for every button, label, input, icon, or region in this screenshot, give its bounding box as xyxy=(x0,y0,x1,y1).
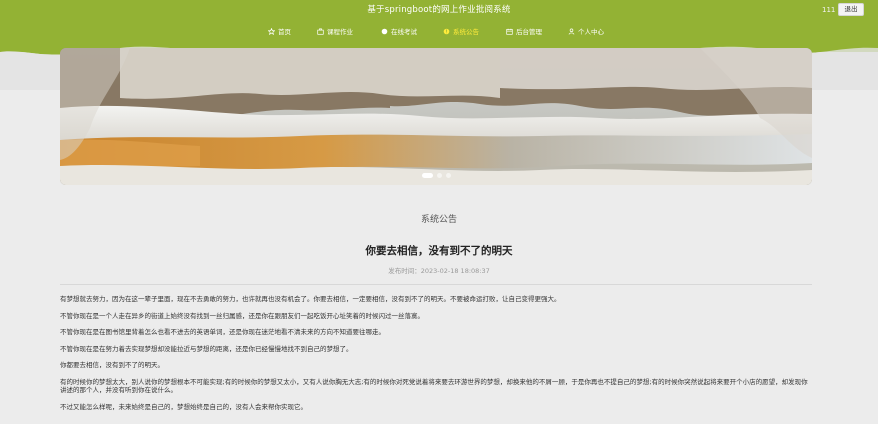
star-icon xyxy=(268,27,275,35)
nav-item-online-exam[interactable]: 在线考试 xyxy=(381,26,417,36)
carousel-dot-1[interactable] xyxy=(422,173,433,178)
article-paragraph: 不过又能怎么样呢，未来始终是自己的，梦想始终是自己的，没有人会来帮你实现它。 xyxy=(60,402,307,411)
nav-label: 在线考试 xyxy=(391,28,417,36)
article-date: 发布时间：2023-02-18 18:08:37 xyxy=(388,267,490,275)
nav-label: 系统公告 xyxy=(453,28,479,36)
carousel-dot-2[interactable] xyxy=(437,173,442,178)
nav-label: 课程作业 xyxy=(327,28,353,36)
carousel-indicators xyxy=(422,173,451,178)
article-paragraph: 不管你现在是一个人走在异乡的街道上始终没有找到一丝归属感，还是你在跟朋友们一起吃… xyxy=(60,311,424,320)
article-paragraph: 有梦想就去努力，因为在这一辈子里面，现在不去勇敢的努力，也许就再也没有机会了。你… xyxy=(60,295,561,303)
info-circle-icon xyxy=(443,28,450,34)
article-title: 你要去相信，没有到不了的明天 xyxy=(365,245,513,257)
user-icon xyxy=(568,27,575,35)
banner-carousel[interactable] xyxy=(60,48,812,185)
nav-item-admin[interactable]: 后台管理 xyxy=(506,26,542,36)
nav-label: 首页 xyxy=(278,28,291,36)
divider xyxy=(60,284,812,285)
nav-label: 后台管理 xyxy=(516,28,542,36)
circle-icon xyxy=(381,28,388,34)
briefcase-icon xyxy=(317,27,324,35)
article-paragraph: 有的时候你的梦想太大，别人说你的梦想根本不可能实现;有的时候你的梦想又太小，又有… xyxy=(60,377,808,395)
logout-button[interactable]: 退出 xyxy=(838,3,864,16)
article-paragraph: 不管你现在是在图书馆里背着怎么也看不进去的英语单词，还是你现在迷茫地看不清未来的… xyxy=(60,328,385,336)
username-label: 111 xyxy=(822,6,836,14)
calendar-icon xyxy=(506,28,513,35)
section-title: 系统公告 xyxy=(420,215,457,225)
main-nav: 首页 课程作业 在线考试 系统公告 后台管理 个人中心 xyxy=(0,26,878,38)
article-paragraph: 不管你现在是在努力着去实现梦想却没能拉近与梦想的距离，还是你已经慢慢地找不到自己… xyxy=(60,344,353,353)
nav-label: 个人中心 xyxy=(578,28,604,36)
carousel-dot-3[interactable] xyxy=(446,173,451,178)
nav-item-home[interactable]: 首页 xyxy=(268,26,291,36)
nav-item-announcements[interactable]: 系统公告 xyxy=(443,26,479,36)
nav-item-course-homework[interactable]: 课程作业 xyxy=(317,26,353,36)
article-paragraph: 你都要去相信，没有到不了的明天。 xyxy=(60,361,164,369)
banner-image xyxy=(60,48,812,185)
site-title: 基于springboot的网上作业批阅系统 xyxy=(367,5,511,15)
nav-item-profile[interactable]: 个人中心 xyxy=(568,26,604,36)
article-body: 有梦想就去努力，因为在这一辈子里面，现在不去勇敢的努力，也许就再也没有机会了。你… xyxy=(60,295,812,419)
